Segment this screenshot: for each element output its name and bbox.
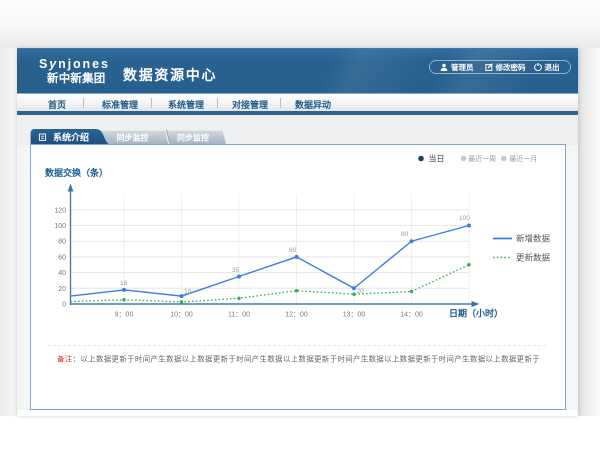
svg-text:0: 0 (62, 302, 66, 309)
svg-text:最近一周: 最近一周 (468, 154, 496, 163)
svg-text:120: 120 (54, 207, 66, 214)
svg-text:20: 20 (357, 288, 365, 295)
svg-text:40: 40 (58, 270, 66, 277)
svg-text:备注：以上数据更新于时间产生数据以上数据更新于时间产生数据以: 备注：以上数据更新于时间产生数据以上数据更新于时间产生数据以上数据更新于时间产生… (57, 355, 540, 364)
svg-text:更新数据: 更新数据 (516, 253, 551, 263)
svg-text:60: 60 (58, 254, 66, 261)
svg-text:最近一月: 最近一月 (509, 154, 537, 163)
svg-text:10: 10 (184, 289, 192, 296)
svg-text:新增数据: 新增数据 (516, 234, 551, 244)
svg-text:18: 18 (120, 280, 128, 287)
svg-text:80: 80 (401, 231, 409, 238)
svg-text:20: 20 (58, 286, 66, 293)
svg-text:日期（小时）: 日期（小时） (449, 308, 503, 319)
svg-text:11：00: 11：00 (228, 312, 250, 319)
svg-text:100: 100 (459, 215, 470, 222)
svg-text:当日: 当日 (429, 154, 445, 164)
svg-text:80: 80 (58, 239, 66, 246)
svg-text:100: 100 (54, 223, 66, 230)
svg-text:12：00: 12：00 (285, 312, 308, 319)
svg-text:同步监控: 同步监控 (117, 133, 149, 143)
svg-text:9：00: 9：00 (115, 312, 134, 319)
svg-text:系统介绍: 系统介绍 (53, 132, 89, 143)
svg-text:13：00: 13：00 (343, 312, 366, 319)
svg-text:60: 60 (289, 247, 297, 254)
svg-text:14：00: 14：00 (400, 312, 423, 319)
svg-text:数据交换（条）: 数据交换（条） (45, 167, 108, 178)
svg-text:35: 35 (232, 267, 240, 274)
svg-text:同步监控: 同步监控 (177, 133, 209, 143)
svg-text:10：00: 10：00 (170, 312, 193, 319)
